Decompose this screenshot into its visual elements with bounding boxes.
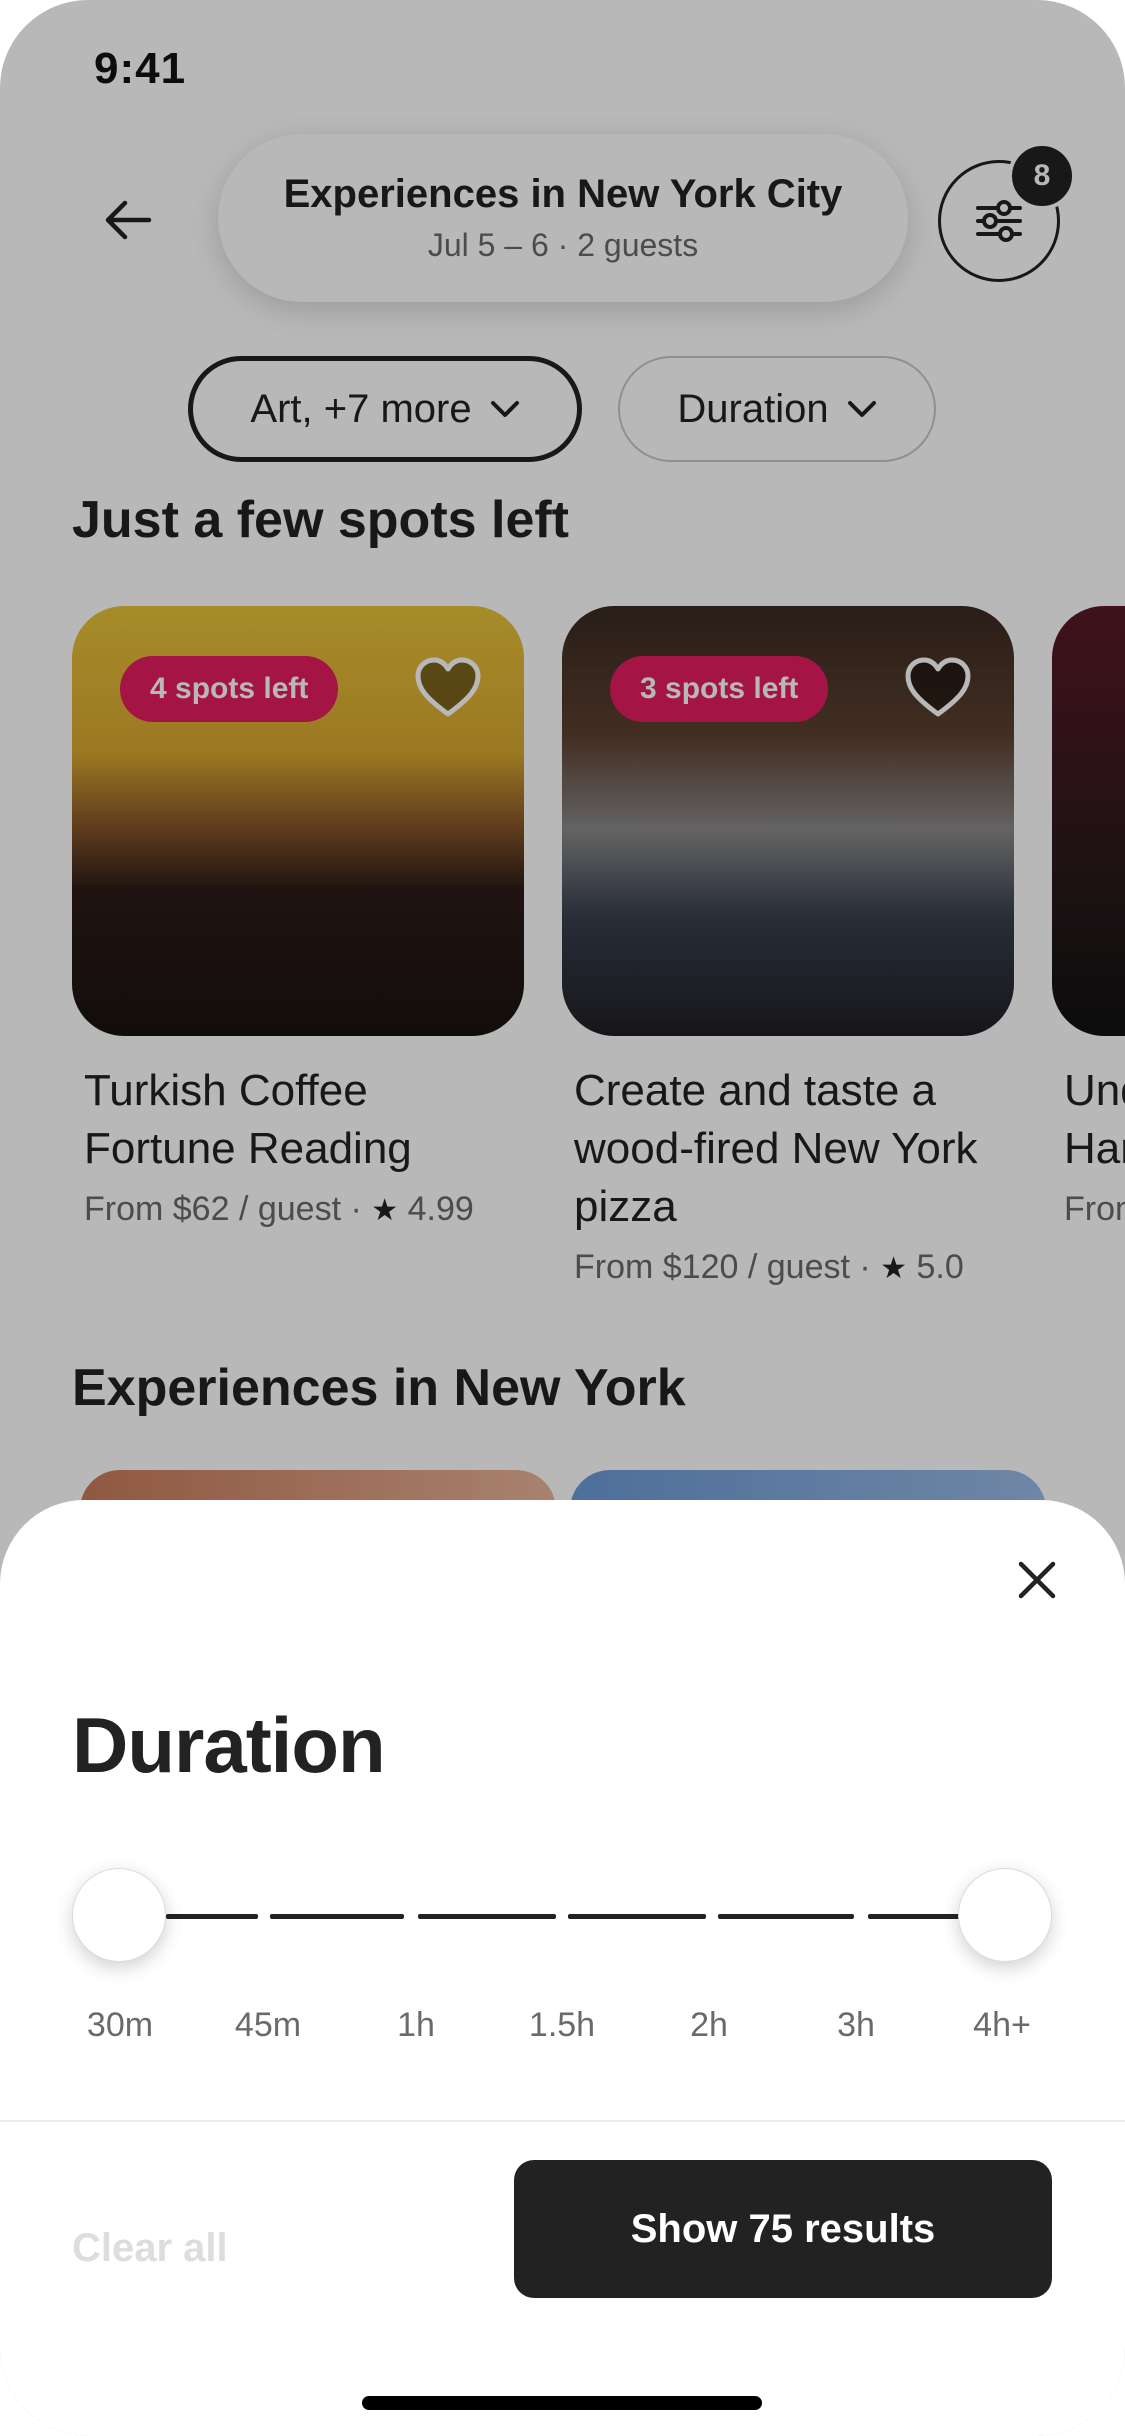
sheet-title: Duration bbox=[72, 1701, 386, 1789]
duration-tick-label: 45m bbox=[234, 2006, 302, 2044]
duration-tick-label: 30m bbox=[86, 2006, 154, 2044]
duration-tick-label: 3h bbox=[837, 2006, 875, 2044]
slider-track-segment bbox=[568, 1914, 706, 1919]
duration-bottom-sheet: Duration 30m 45m 1h 1.5h 2h 3h 4h+ Clear… bbox=[0, 1500, 1125, 2436]
show-results-button[interactable]: Show 75 results bbox=[514, 2160, 1052, 2298]
slider-min-handle[interactable] bbox=[72, 1868, 166, 1962]
slider-track-segment bbox=[166, 1914, 258, 1919]
sheet-divider bbox=[0, 2120, 1125, 2122]
slider-track-segment bbox=[718, 1914, 854, 1919]
duration-tick-label: 4h+ bbox=[973, 2006, 1031, 2044]
slider-track-segment bbox=[418, 1914, 556, 1919]
close-icon bbox=[1018, 1561, 1056, 1599]
duration-tick-label: 1.5h bbox=[528, 2006, 596, 2044]
slider-track-segment bbox=[868, 1914, 960, 1919]
duration-tick-label: 1h bbox=[397, 2006, 435, 2044]
slider-max-handle[interactable] bbox=[958, 1868, 1052, 1962]
duration-range-slider[interactable] bbox=[72, 1866, 1052, 1966]
home-indicator bbox=[362, 2396, 762, 2410]
duration-tick-label: 2h bbox=[690, 2006, 728, 2044]
app-screen: 9:41 Experiences in New York City Jul 5 … bbox=[0, 0, 1125, 2436]
clear-all-button[interactable]: Clear all bbox=[72, 2226, 228, 2271]
close-button[interactable] bbox=[1001, 1544, 1073, 1616]
slider-track-segment bbox=[270, 1914, 404, 1919]
